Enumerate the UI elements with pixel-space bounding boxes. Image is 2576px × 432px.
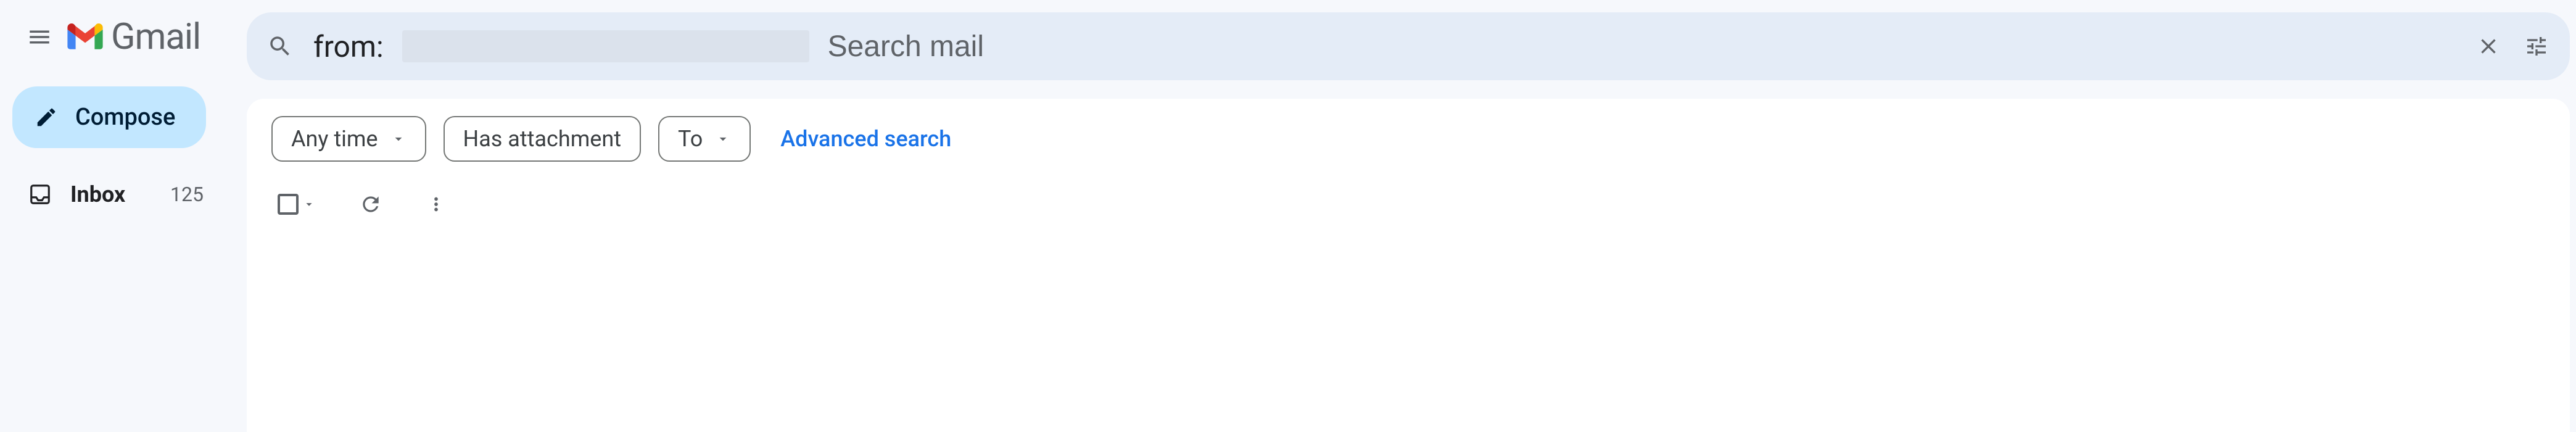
close-icon <box>2476 34 2501 59</box>
chevron-down-icon <box>390 131 407 147</box>
sidebar-item-label: Inbox <box>70 181 152 207</box>
main-menu-button[interactable] <box>25 22 54 52</box>
chevron-down-icon <box>715 131 731 147</box>
refresh-button[interactable] <box>359 193 382 216</box>
search-query-redacted <box>402 30 809 62</box>
more-vert-icon <box>426 194 447 215</box>
tune-icon <box>2524 34 2549 59</box>
sidebar-item-count: 125 <box>170 183 204 206</box>
chip-label: To <box>678 126 703 152</box>
compose-label: Compose <box>75 104 175 131</box>
gmail-logo[interactable]: Gmail <box>67 16 200 58</box>
filter-chip-any-time[interactable]: Any time <box>271 116 426 162</box>
checkbox-icon <box>278 194 299 215</box>
inbox-icon <box>28 183 52 206</box>
gmail-logo-icon <box>67 23 104 51</box>
advanced-search-link[interactable]: Advanced search <box>768 126 951 152</box>
pencil-icon <box>35 106 58 129</box>
chip-label: Has attachment <box>463 126 621 152</box>
hamburger-icon <box>27 24 52 50</box>
select-all-checkbox[interactable] <box>278 194 316 215</box>
search-query-prefix: from: <box>313 29 384 64</box>
search-options-button[interactable] <box>2522 31 2551 61</box>
search-icon <box>265 31 295 61</box>
compose-button[interactable]: Compose <box>12 86 206 148</box>
filter-chip-to[interactable]: To <box>658 116 751 162</box>
clear-search-button[interactable] <box>2474 31 2503 61</box>
sidebar-item-inbox[interactable]: Inbox 125 <box>0 173 228 216</box>
chip-label: Any time <box>291 126 378 152</box>
more-actions-button[interactable] <box>426 194 447 215</box>
refresh-icon <box>359 193 382 216</box>
chevron-down-icon <box>302 197 316 211</box>
search-bar[interactable]: from: <box>247 12 2570 80</box>
filter-chip-has-attachment[interactable]: Has attachment <box>444 116 641 162</box>
search-input[interactable] <box>828 30 2455 64</box>
product-name: Gmail <box>111 16 200 58</box>
